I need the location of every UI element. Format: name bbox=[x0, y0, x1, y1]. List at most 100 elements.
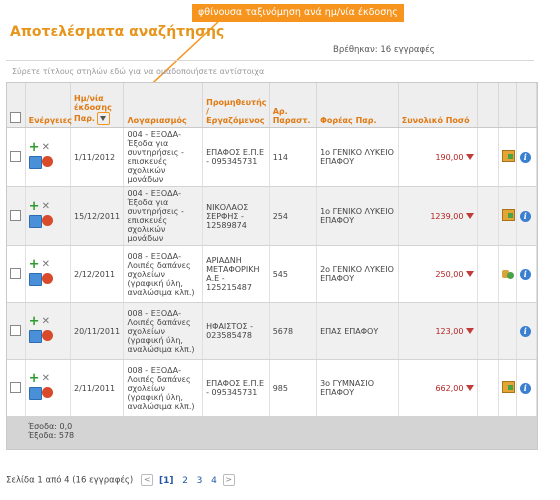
pager: Σελίδα 1 από 4 (16 εγγραφές) < [1] 2 3 4… bbox=[6, 474, 235, 486]
folder-icon[interactable] bbox=[501, 150, 515, 162]
cell-supplier: ΑΡΙΑΔΝΗ ΜΕΤΑΦΟΡΙΚΗ Α.Ε - 125215487 bbox=[202, 245, 270, 303]
cell-body: 2ο ΓΕΝΙΚΟ ΛΥΚΕΙΟ ΕΠΑΦΟΥ bbox=[316, 245, 399, 303]
row-checkbox[interactable] bbox=[10, 324, 21, 336]
cell-date: 1/11/2012 bbox=[70, 127, 125, 187]
add-icon[interactable]: + bbox=[29, 315, 40, 328]
add-icon[interactable]: + bbox=[29, 372, 40, 385]
cell-supplier: ΕΠΑΦΟΣ Ε.Π.Ε - 095345731 bbox=[202, 359, 270, 417]
col-account[interactable]: Λογαριασμός bbox=[123, 83, 204, 128]
cell-amount: 190,00 bbox=[435, 152, 464, 162]
col-supplier[interactable]: Προμηθευτής / Εργαζόμενος bbox=[202, 83, 270, 128]
edit-tools-icon[interactable]: ✕ bbox=[42, 201, 53, 212]
expense-total: Έξοδα: 578 bbox=[28, 431, 75, 440]
cell-supplier: ΝΙΚΟΛΑΟΣ ΣΕΡΦΗΣ - 12589874 bbox=[202, 186, 270, 246]
copy-icon[interactable] bbox=[28, 156, 42, 169]
cell-date: 20/11/2011 bbox=[70, 302, 125, 360]
row-checkbox[interactable] bbox=[10, 381, 21, 393]
coins-icon[interactable] bbox=[501, 268, 514, 279]
cell-body: 1ο ΓΕΝΙΚΟ ΛΥΚΕΙΟ ΕΠΑΦΟΥ bbox=[316, 186, 399, 246]
info-icon[interactable]: i bbox=[519, 268, 531, 280]
details-dropdown-icon[interactable] bbox=[466, 213, 475, 219]
group-drop-zone[interactable]: Σύρετε τίτλους στηλών εδώ για να ομαδοπο… bbox=[12, 67, 264, 76]
page-link-4[interactable]: 4 bbox=[211, 476, 217, 486]
details-dropdown-icon[interactable] bbox=[466, 271, 475, 277]
info-icon[interactable]: i bbox=[519, 210, 531, 222]
delete-icon[interactable] bbox=[41, 330, 53, 341]
page-title: Αποτελέσματα αναζήτησης bbox=[10, 24, 225, 40]
results-count: Βρέθηκαν: 16 εγγραφές bbox=[333, 45, 435, 55]
folder-icon[interactable] bbox=[501, 381, 515, 393]
details-dropdown-icon[interactable] bbox=[466, 385, 475, 391]
cell-account: 004 - ΕΞΟΔΑ-Έξοδα για συντηρήσεις - επισ… bbox=[123, 127, 204, 187]
copy-icon[interactable] bbox=[28, 273, 42, 286]
row-checkbox[interactable] bbox=[10, 209, 21, 221]
cell-body: 1ο ΓΕΝΙΚΟ ΛΥΚΕΙΟ ΕΠΑΦΟΥ bbox=[316, 127, 399, 187]
cell-docno: 114 bbox=[269, 127, 318, 187]
page-link-2[interactable]: 2 bbox=[182, 476, 188, 486]
cell-account: 008 - ΕΞΟΔΑ-Λοιπές δαπάνες σχολείων (γρα… bbox=[123, 245, 204, 303]
col-blank2 bbox=[498, 83, 517, 128]
copy-icon[interactable] bbox=[28, 387, 42, 400]
add-icon[interactable]: + bbox=[29, 258, 40, 271]
cell-account: 008 - ΕΞΟΔΑ-Λοιπές δαπάνες σχολείων (γρα… bbox=[123, 359, 204, 417]
cell-amount: 1239,00 bbox=[430, 211, 464, 221]
delete-icon[interactable] bbox=[41, 156, 53, 167]
pager-summary: Σελίδα 1 από 4 (16 εγγραφές) bbox=[6, 475, 134, 486]
cell-body: 3ο ΓΥΜΝΑΣΙΟ ΕΠΑΦΟΥ bbox=[316, 359, 399, 417]
page-link-1[interactable]: [1] bbox=[159, 476, 174, 486]
info-icon[interactable]: i bbox=[519, 382, 531, 394]
prev-page-button[interactable]: < bbox=[141, 474, 154, 486]
cell-amount: 662,00 bbox=[435, 383, 464, 393]
cell-date: 2/11/2011 bbox=[70, 359, 125, 417]
col-actions: Ενέργειες bbox=[25, 83, 72, 128]
add-icon[interactable]: + bbox=[29, 141, 40, 154]
row-checkbox[interactable] bbox=[10, 150, 21, 162]
cell-amount: 250,00 bbox=[435, 269, 464, 279]
folder-icon[interactable] bbox=[501, 209, 515, 221]
results-grid: Ενέργειες Ημ/νία έκδοσης Παρ. Λογαριασμό… bbox=[6, 82, 538, 450]
table-row: + ✕ 2/12/2011 008 - ΕΞΟΔΑ-Λοιπές δαπάνες σχ… bbox=[7, 245, 538, 303]
table-row: + ✕ 20/11/2011 008 - ΕΞΟΔΑ-Λοιπές δαπάνες σ… bbox=[7, 302, 538, 360]
delete-icon[interactable] bbox=[41, 273, 53, 284]
cell-date: 2/12/2011 bbox=[70, 245, 125, 303]
edit-tools-icon[interactable]: ✕ bbox=[42, 259, 53, 270]
sort-desc-icon[interactable] bbox=[96, 112, 110, 125]
cell-docno: 545 bbox=[269, 245, 318, 303]
cell-account: 004 - ΕΞΟΔΑ-Έξοδα για συντηρήσεις - επισ… bbox=[123, 186, 204, 246]
cell-docno: 5678 bbox=[269, 302, 318, 360]
col-body[interactable]: Φορέας Παρ. bbox=[316, 83, 399, 128]
select-all-checkbox[interactable] bbox=[10, 112, 21, 123]
row-checkbox[interactable] bbox=[10, 267, 21, 279]
table-row: + ✕ 1/11/2012 004 - ΕΞΟΔΑ-Έξοδα για συντηρή… bbox=[7, 127, 538, 187]
select-all-header[interactable] bbox=[7, 83, 26, 128]
col-blank1 bbox=[477, 83, 499, 128]
table-row: + ✕ 15/12/2011 004 - ΕΞΟΔΑ-Έξοδα για συντηρ… bbox=[7, 186, 538, 246]
edit-tools-icon[interactable]: ✕ bbox=[42, 373, 53, 384]
details-dropdown-icon[interactable] bbox=[466, 328, 475, 334]
col-total[interactable]: Συνολικό Ποσό bbox=[398, 83, 479, 128]
delete-icon[interactable] bbox=[41, 215, 53, 226]
info-icon[interactable]: i bbox=[519, 151, 531, 163]
add-icon[interactable]: + bbox=[29, 200, 40, 213]
divider bbox=[6, 60, 534, 61]
next-page-button[interactable]: > bbox=[222, 474, 235, 486]
cell-docno: 985 bbox=[269, 359, 318, 417]
copy-icon[interactable] bbox=[28, 330, 42, 343]
col-docno[interactable]: Αρ. Παραστ. bbox=[269, 83, 318, 128]
totals-footer: Έσοδα: 0,0 Έξοδα: 578 bbox=[7, 416, 537, 449]
cell-supplier: ΗΦΑΙΣΤΟΣ - 023585478 bbox=[202, 302, 270, 360]
col-date[interactable]: Ημ/νία έκδοσης Παρ. bbox=[70, 83, 125, 128]
edit-tools-icon[interactable]: ✕ bbox=[42, 316, 53, 327]
info-icon[interactable]: i bbox=[519, 325, 531, 337]
details-dropdown-icon[interactable] bbox=[466, 154, 475, 160]
sort-callout: φθίνουσα ταξινόμηση ανά ημ/νία έκδοσης bbox=[192, 4, 404, 22]
income-total: Έσοδα: 0,0 bbox=[28, 422, 73, 431]
cell-supplier: ΕΠΑΦΟΣ Ε.Π.Ε - 095345731 bbox=[202, 127, 270, 187]
cell-account: 008 - ΕΞΟΔΑ-Λοιπές δαπάνες σχολείων (γρα… bbox=[123, 302, 204, 360]
copy-icon[interactable] bbox=[28, 215, 42, 228]
delete-icon[interactable] bbox=[41, 387, 53, 398]
cell-amount: 123,00 bbox=[435, 326, 464, 336]
edit-tools-icon[interactable]: ✕ bbox=[42, 142, 53, 153]
page-link-3[interactable]: 3 bbox=[197, 476, 203, 486]
cell-date: 15/12/2011 bbox=[70, 186, 125, 246]
